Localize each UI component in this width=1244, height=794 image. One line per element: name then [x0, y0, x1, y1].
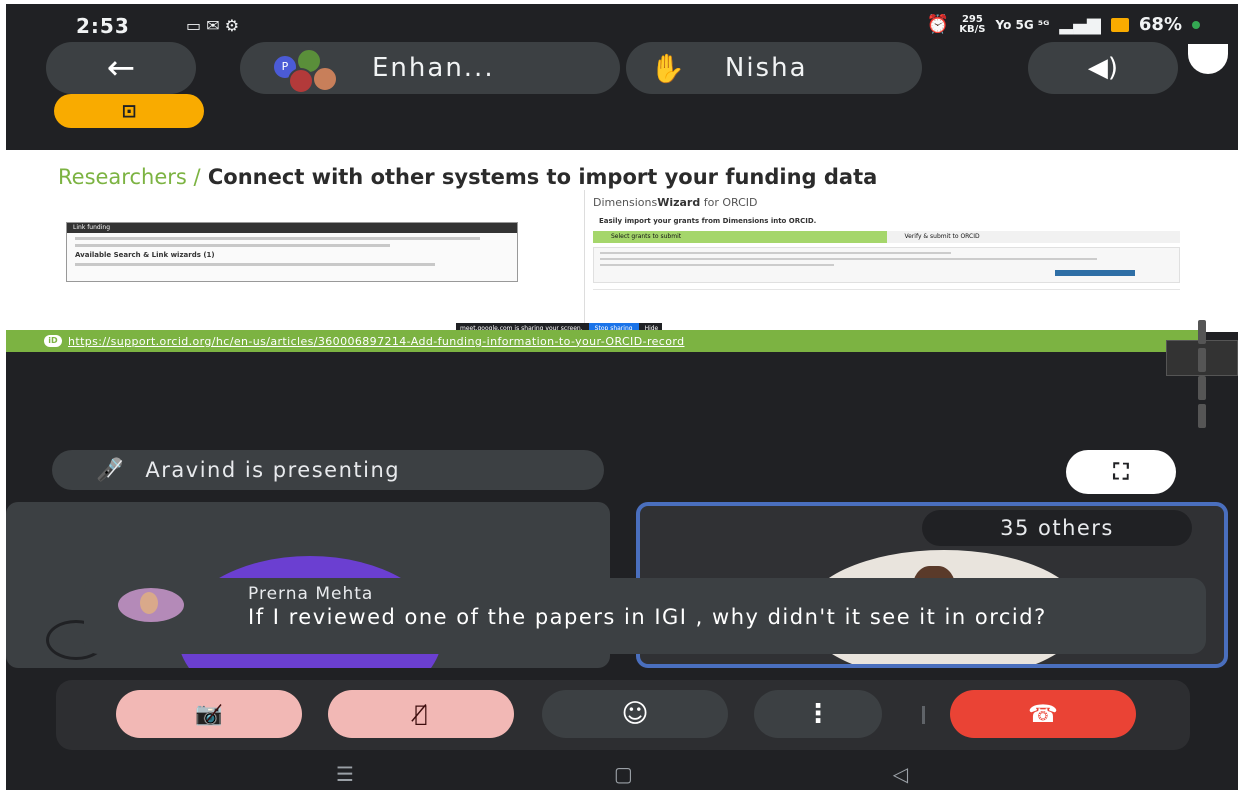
meet-screen: 2:53 ▭ ✉ ⚙ ⏰ 295 KB/S Yo 5G ⁵ᴳ ▂▄▆ 68% ← …: [6, 4, 1238, 790]
avatar: [288, 68, 314, 94]
wizard-search-button: [1055, 270, 1135, 276]
network-label: Yo 5G ⁵ᴳ: [995, 17, 1050, 32]
meeting-info-chip[interactable]: P Enhan...: [240, 42, 620, 94]
wizard-subtitle: Easily import your grants from Dimension…: [599, 217, 817, 225]
mic-off-icon: 🎤̸: [96, 457, 124, 483]
notification-icons: ▭ ✉ ⚙: [186, 16, 240, 35]
wizard-form: [593, 247, 1180, 283]
signal-icon: ▂▄▆: [1059, 14, 1101, 35]
battery-icon: [1110, 17, 1129, 32]
wizard-footer: [593, 289, 1180, 313]
link-funding-header: Link funding: [67, 223, 517, 233]
more-vert-icon: ⋮: [805, 699, 831, 729]
more-options-button[interactable]: ⋮: [754, 690, 882, 738]
slide-url-bar: iD https://support.orcid.org/hc/en-us/ar…: [6, 330, 1198, 352]
link-funding-screenshot: Link funding Available Search & Link wiz…: [66, 222, 518, 282]
phone-hangup-icon: ☎: [1028, 700, 1058, 728]
chat-sender: Prerna Mehta: [248, 584, 374, 604]
text-line: [75, 237, 480, 240]
step-verify-submit: Verify & submit to ORCID: [886, 231, 1180, 243]
presentation-scrollbar: [1198, 320, 1206, 460]
wizard-title: DimensionsWizard for ORCID: [593, 196, 758, 209]
camera-off-icon: 📷̸: [195, 701, 223, 727]
fullscreen-icon: ⛶: [1113, 459, 1129, 485]
orcid-icon: iD: [44, 335, 62, 347]
record-icon: ⊡: [121, 100, 137, 122]
divider: [922, 706, 925, 724]
avatar: [118, 588, 184, 622]
audio-output-button[interactable]: ◀): [1028, 42, 1178, 94]
raised-hand-chip[interactable]: ✋ Nisha: [626, 42, 922, 94]
recents-icon[interactable]: ☰: [336, 762, 354, 786]
chat-message-popup[interactable]: Prerna Mehta If I reviewed one of the pa…: [84, 578, 1206, 654]
wizard-steps: Select grants to submit Verify & submit …: [593, 231, 1180, 243]
dimensions-wizard-screenshot: DimensionsWizard for ORCID Easily import…: [584, 190, 1188, 332]
text-line: [600, 258, 1098, 260]
smiley-icon: ☺: [621, 699, 649, 729]
camera-toggle-button[interactable]: 📷̸: [116, 690, 302, 738]
mic-off-icon: 🎙̸: [414, 701, 428, 727]
alarm-icon: ⏰: [926, 14, 950, 35]
call-controls: 📷̸ 🎙̸ ☺ ⋮ ☎: [56, 680, 1190, 750]
home-icon[interactable]: ▢: [614, 762, 633, 786]
system-nav-bar: ☰ ▢ ◁: [6, 758, 1238, 790]
presenting-chip: 🎤̸ Aravind is presenting: [52, 450, 604, 490]
text-line: [600, 264, 834, 266]
reactions-button[interactable]: ☺: [542, 690, 728, 738]
network-speed: 295 KB/S: [959, 13, 986, 35]
raised-hand-name: Nisha: [724, 53, 808, 83]
participant-avatars: P: [252, 42, 352, 94]
others-count: 35 others: [922, 510, 1192, 546]
back-button[interactable]: ←: [46, 42, 196, 94]
privacy-dot-icon: [1192, 20, 1200, 29]
mic-toggle-button[interactable]: 🎙̸: [328, 690, 514, 738]
fullscreen-button[interactable]: ⛶: [1066, 450, 1176, 494]
slide-heading: Connect with other systems to import you…: [207, 165, 878, 189]
chat-text: If I reviewed one of the papers in IGI ,…: [248, 605, 1047, 629]
text-line: [75, 263, 435, 266]
slide-breadcrumb: Researchers /: [58, 165, 201, 189]
hang-up-button[interactable]: ☎: [950, 690, 1136, 738]
arrow-left-icon: ←: [106, 48, 136, 88]
status-bar: 2:53 ▭ ✉ ⚙ ⏰ 295 KB/S Yo 5G ⁵ᴳ ▂▄▆ 68%: [6, 4, 1238, 44]
step-select-grants: Select grants to submit: [593, 231, 887, 243]
back-nav-icon[interactable]: ◁: [893, 762, 908, 786]
slide-url-link: https://support.orcid.org/hc/en-us/artic…: [68, 334, 685, 348]
battery-level: 68%: [1138, 14, 1182, 35]
overlay-corner: [1188, 44, 1228, 74]
raised-hand-icon: ✋: [650, 51, 685, 85]
status-right: ⏰ 295 KB/S Yo 5G ⁵ᴳ ▂▄▆ 68%: [927, 14, 1200, 35]
slide-title: Researchers / Connect with other systems…: [58, 166, 1198, 188]
recording-badge[interactable]: ⊡: [54, 94, 204, 128]
status-time: 2:53: [76, 14, 130, 38]
meeting-title: Enhan...: [372, 53, 495, 83]
avatar: [312, 66, 338, 92]
text-line: [75, 244, 390, 247]
shared-screen: Researchers / Connect with other systems…: [6, 150, 1238, 332]
text-line: [600, 252, 951, 254]
presenting-label: Aravind is presenting: [145, 458, 401, 482]
wizards-heading: Available Search & Link wizards (1): [75, 251, 215, 259]
speaker-icon: ◀): [1087, 53, 1119, 83]
